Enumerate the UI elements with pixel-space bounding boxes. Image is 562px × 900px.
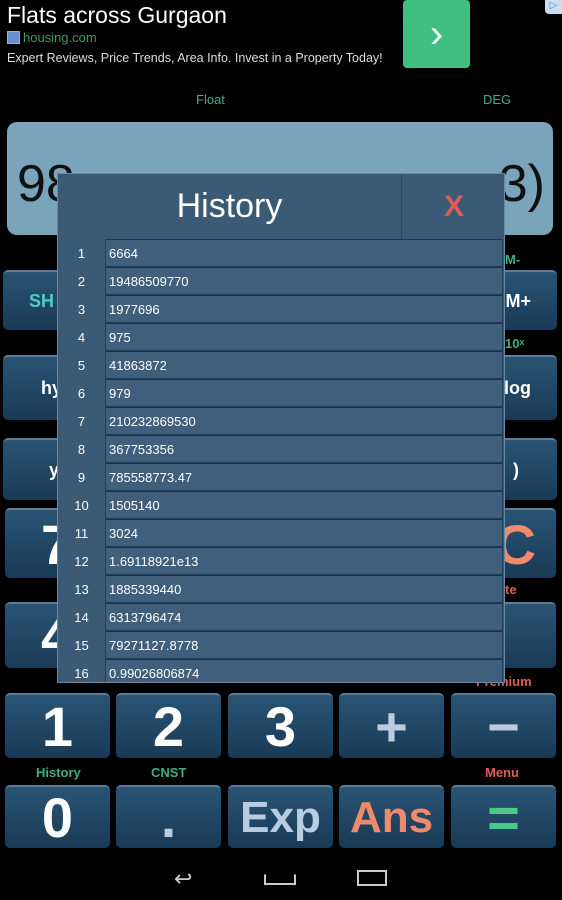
chevron-right-icon: › xyxy=(429,11,444,56)
history-title: History xyxy=(176,187,283,225)
history-index: 14 xyxy=(74,609,89,625)
history-item[interactable]: 15 79271127.8778 xyxy=(58,631,504,659)
key-1[interactable]: 1 xyxy=(5,693,110,758)
m-minus-label: M- xyxy=(505,252,521,267)
history-label: History xyxy=(36,765,81,780)
history-value[interactable]: 0.99026806874 xyxy=(105,659,503,682)
close-icon: X xyxy=(443,189,464,223)
display-text-right: 3) xyxy=(498,155,545,213)
history-item[interactable]: 7 210232869530 xyxy=(58,407,504,435)
history-index: 13 xyxy=(74,581,89,597)
history-item[interactable]: 4 975 xyxy=(58,323,504,351)
ten-power-label: 10ˣ xyxy=(505,336,525,351)
history-index: 16 xyxy=(74,665,89,681)
delete-label: te xyxy=(505,582,517,597)
history-index: 7 xyxy=(77,413,86,429)
history-value[interactable]: 3024 xyxy=(105,519,503,547)
history-value[interactable]: 1885339440 xyxy=(105,575,503,603)
site-icon xyxy=(7,31,20,44)
history-index: 8 xyxy=(77,441,86,457)
history-item[interactable]: 8 367753356 xyxy=(58,435,504,463)
history-value[interactable]: 975 xyxy=(105,323,503,351)
history-value[interactable]: 6313796474 xyxy=(105,603,503,631)
recents-icon[interactable] xyxy=(357,870,387,886)
ad-source[interactable]: housing.com xyxy=(7,30,97,45)
history-item[interactable]: 1 6664 xyxy=(58,239,504,267)
history-value[interactable]: 785558773.47 xyxy=(105,463,503,491)
history-item[interactable]: 2 19486509770 xyxy=(58,267,504,295)
history-item[interactable]: 9 785558773.47 xyxy=(58,463,504,491)
history-index: 15 xyxy=(74,637,89,653)
history-value[interactable]: 41863872 xyxy=(105,351,503,379)
history-value[interactable]: 19486509770 xyxy=(105,267,503,295)
ad-title[interactable]: Flats across Gurgaon xyxy=(7,2,227,29)
history-item[interactable]: 14 6313796474 xyxy=(58,603,504,631)
history-item[interactable]: 3 1977696 xyxy=(58,295,504,323)
ad-open-button[interactable]: › xyxy=(403,0,470,68)
history-item[interactable]: 13 1885339440 xyxy=(58,575,504,603)
history-index: 10 xyxy=(74,497,89,513)
history-index: 4 xyxy=(77,329,86,345)
key-3[interactable]: 3 xyxy=(228,693,333,758)
history-item[interactable]: 10 1505140 xyxy=(58,491,504,519)
decimal-key[interactable]: . xyxy=(116,785,221,849)
close-button[interactable]: X xyxy=(401,174,504,239)
history-index: 9 xyxy=(77,469,86,485)
adchoices-icon[interactable]: ▷ xyxy=(545,0,562,14)
history-value[interactable]: 6664 xyxy=(105,239,503,267)
history-index: 5 xyxy=(77,357,86,373)
history-value[interactable]: 367753356 xyxy=(105,435,503,463)
menu-label: Menu xyxy=(485,765,519,780)
angle-mode[interactable]: DEG xyxy=(483,92,511,107)
history-index: 12 xyxy=(74,553,89,569)
history-index: 6 xyxy=(77,385,86,401)
ad-description[interactable]: Expert Reviews, Price Trends, Area Info.… xyxy=(7,51,383,65)
history-item[interactable]: 5 41863872 xyxy=(58,351,504,379)
ans-key[interactable]: Ans xyxy=(339,785,444,848)
equals-key[interactable]: = xyxy=(451,785,556,849)
constants-label: CNST xyxy=(151,765,187,780)
plus-key[interactable]: + xyxy=(339,693,444,758)
history-value[interactable]: 1.69118921e13 xyxy=(105,547,503,575)
history-list[interactable]: 1 6664 2 19486509770 3 1977696 4 975 5 41863872 6 9… xyxy=(58,239,504,682)
number-format-mode[interactable]: Float xyxy=(196,92,225,107)
history-index: 11 xyxy=(74,525,89,541)
history-index: 3 xyxy=(77,301,86,317)
history-item[interactable]: 6 979 xyxy=(58,379,504,407)
minus-key[interactable]: − xyxy=(451,693,556,758)
back-icon[interactable]: ↩ xyxy=(174,866,192,892)
exp-key[interactable]: Exp xyxy=(228,785,333,848)
history-index: 2 xyxy=(77,273,86,289)
history-index: 1 xyxy=(77,245,86,261)
history-value[interactable]: 1505140 xyxy=(105,491,503,519)
history-value[interactable]: 1977696 xyxy=(105,295,503,323)
history-value[interactable]: 979 xyxy=(105,379,503,407)
key-2[interactable]: 2 xyxy=(116,693,221,758)
home-icon[interactable] xyxy=(264,868,296,885)
history-dialog: History X 1 6664 2 19486509770 3 1977696 4 975 5… xyxy=(57,173,505,683)
history-value[interactable]: 79271127.8778 xyxy=(105,631,503,659)
history-item[interactable]: 12 1.69118921e13 xyxy=(58,547,504,575)
history-item[interactable]: 16 0.99026806874 xyxy=(58,659,504,682)
history-item[interactable]: 11 3024 xyxy=(58,519,504,547)
history-value[interactable]: 210232869530 xyxy=(105,407,503,435)
key-0[interactable]: 0 xyxy=(5,785,110,849)
